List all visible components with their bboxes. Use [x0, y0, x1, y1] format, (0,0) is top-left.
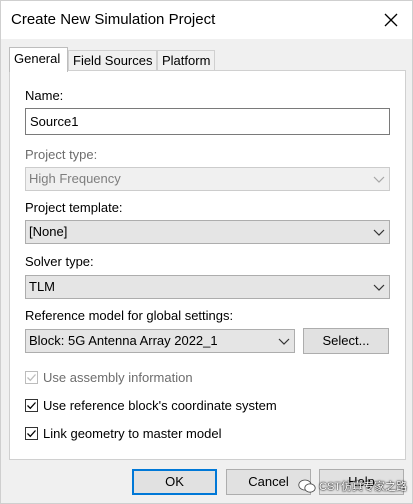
- project-type-value: High Frequency: [29, 171, 121, 186]
- watermark-text: CST仿真专家之路: [319, 481, 407, 493]
- solver-type-select[interactable]: TLM: [25, 275, 390, 299]
- reference-model-value: Block: 5G Antenna Array 2022_1: [29, 333, 218, 348]
- chevron-down-icon: [278, 338, 290, 345]
- chevron-down-icon: [373, 284, 385, 291]
- chevron-down-icon: [373, 229, 385, 236]
- project-template-label: Project template:: [25, 200, 123, 215]
- reference-model-select[interactable]: Block: 5G Antenna Array 2022_1: [25, 329, 295, 353]
- general-tab-panel: Name: Project type: High Frequency Proje…: [9, 70, 406, 460]
- project-type-label: Project type:: [25, 147, 98, 162]
- project-type-select: High Frequency: [25, 167, 390, 191]
- checkbox-label: Link geometry to master model: [43, 425, 222, 441]
- select-button[interactable]: Select...: [303, 328, 389, 354]
- tab-platform[interactable]: Platform: [157, 50, 215, 71]
- project-template-value: [None]: [29, 224, 68, 239]
- title-bar: Create New Simulation Project: [1, 1, 412, 39]
- use-reference-coordinate-system-checkbox[interactable]: Use reference block's coordinate system: [25, 396, 277, 414]
- checkmark-icon: [27, 401, 36, 409]
- project-template-select[interactable]: [None]: [25, 220, 390, 244]
- solver-type-label: Solver type:: [25, 254, 94, 269]
- close-button[interactable]: [378, 7, 404, 33]
- checkmark-icon: [27, 373, 36, 381]
- name-label: Name:: [25, 88, 64, 103]
- tab-general[interactable]: General: [9, 47, 68, 72]
- checkbox-label: Use assembly information: [43, 369, 193, 385]
- checkbox[interactable]: [25, 426, 38, 440]
- checkbox[interactable]: [25, 398, 38, 412]
- chevron-down-icon: [373, 176, 385, 183]
- checkbox: [25, 370, 38, 384]
- link-geometry-checkbox[interactable]: Link geometry to master model: [25, 424, 221, 442]
- ok-button[interactable]: OK: [132, 469, 217, 495]
- close-icon: [384, 13, 398, 27]
- window-title: Create New Simulation Project: [11, 11, 216, 28]
- checkmark-icon: [27, 429, 36, 437]
- name-field[interactable]: [25, 108, 390, 135]
- wechat-icon: [298, 479, 316, 493]
- checkbox-label: Use reference block's coordinate system: [43, 397, 277, 413]
- create-project-dialog: Create New Simulation Project General Fi…: [0, 0, 413, 504]
- tab-field-sources[interactable]: Field Sources: [68, 50, 157, 71]
- use-assembly-information-checkbox: Use assembly information: [25, 368, 193, 386]
- solver-type-value: TLM: [29, 279, 55, 294]
- reference-model-label: Reference model for global settings:: [25, 308, 234, 323]
- watermark: CST仿真专家之路: [298, 478, 407, 494]
